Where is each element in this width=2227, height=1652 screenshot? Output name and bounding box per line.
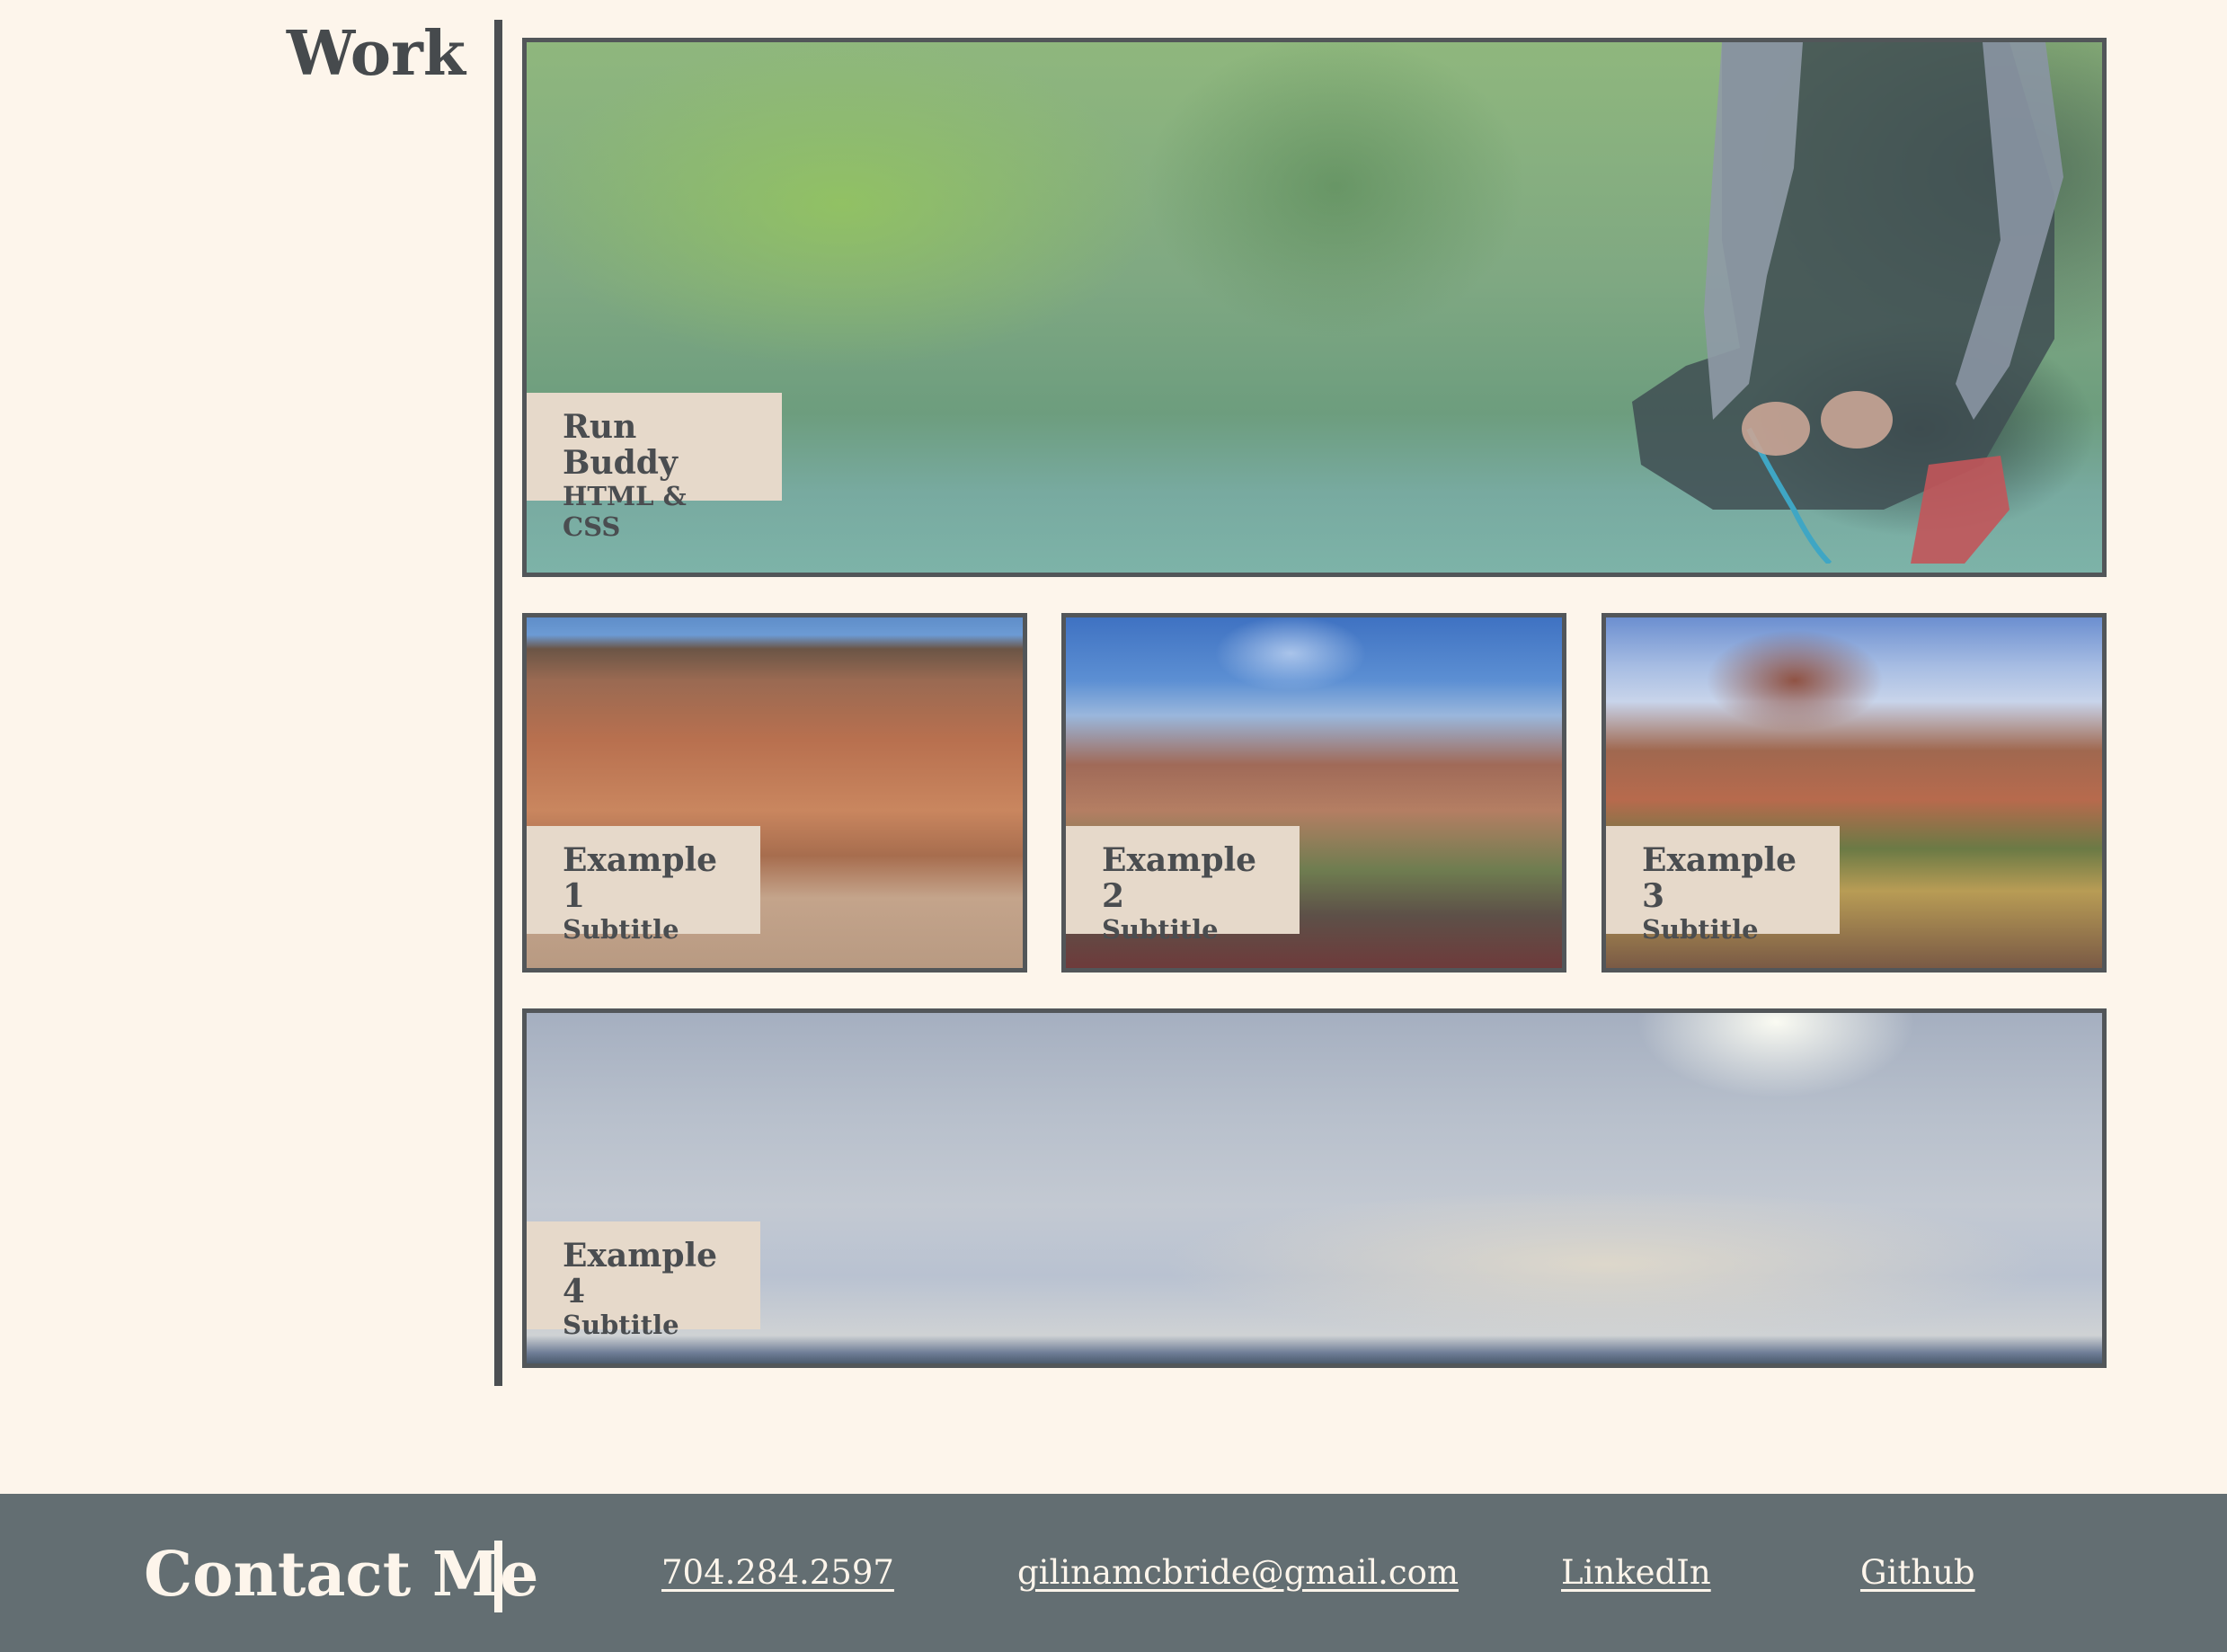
project-title: Example 3 <box>1642 841 1797 915</box>
project-label-run-buddy: Run Buddy HTML & CSS <box>527 393 782 542</box>
project-label-example-1: Example 1 Subtitle <box>527 826 760 945</box>
contact-footer: Contact Me 704.284.2597 gilinamcbride@gm… <box>0 1494 2227 1652</box>
project-label-example-2: Example 2 Subtitle <box>1066 826 1300 945</box>
linkedin-link[interactable]: LinkedIn <box>1561 1553 1711 1592</box>
project-subtitle: Subtitle <box>1102 914 1219 945</box>
project-title: Example 4 <box>563 1237 718 1310</box>
project-subtitle: HTML & CSS <box>563 481 687 542</box>
project-subtitle: Subtitle <box>563 914 679 945</box>
project-card-example-4[interactable]: Example 4 Subtitle <box>522 1008 2107 1368</box>
contact-heading: Contact Me <box>144 1539 539 1611</box>
contact-divider <box>494 1541 502 1612</box>
project-subtitle: Subtitle <box>1642 914 1759 945</box>
runner-figure <box>1632 42 2063 564</box>
project-card-run-buddy[interactable]: Run Buddy HTML & CSS <box>522 38 2107 577</box>
project-title: Run Buddy <box>563 408 678 482</box>
phone-link[interactable]: 704.284.2597 <box>661 1553 894 1592</box>
project-subtitle: Subtitle <box>563 1310 679 1340</box>
work-divider <box>494 20 502 1386</box>
project-card-example-2[interactable]: Example 2 Subtitle <box>1061 613 1566 973</box>
project-card-example-3[interactable]: Example 3 Subtitle <box>1601 613 2107 973</box>
email-link[interactable]: gilinamcbride@gmail.com <box>1017 1553 1459 1592</box>
project-label-example-4: Example 4 Subtitle <box>527 1221 760 1340</box>
example-4-image <box>527 1013 2102 1363</box>
project-title: Example 2 <box>1102 841 1257 915</box>
project-label-example-3: Example 3 Subtitle <box>1606 826 1840 945</box>
work-heading: Work <box>286 18 466 90</box>
project-title: Example 1 <box>563 841 718 915</box>
github-link[interactable]: Github <box>1860 1553 1975 1592</box>
project-card-example-1[interactable]: Example 1 Subtitle <box>522 613 1027 973</box>
